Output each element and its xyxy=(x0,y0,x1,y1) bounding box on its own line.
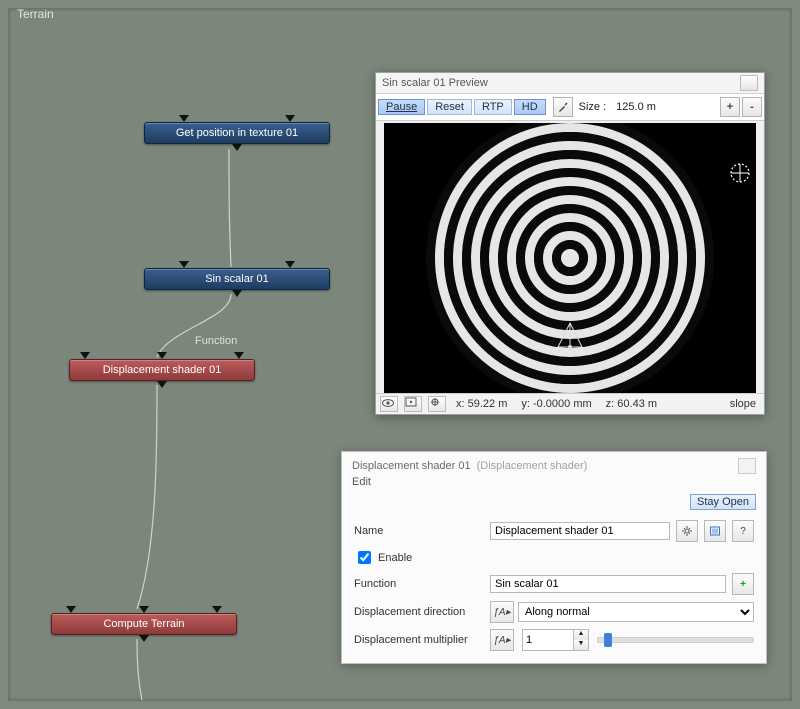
size-value: 125.0 m xyxy=(612,101,660,113)
pause-button[interactable]: Pause xyxy=(378,99,425,115)
target-icon[interactable] xyxy=(428,396,446,412)
panel-close-icon[interactable] xyxy=(738,458,756,474)
preview-window[interactable]: Sin scalar 01 Preview Pause Reset RTP HD… xyxy=(375,72,765,415)
multiplier-stepper[interactable]: ▲▼ xyxy=(522,629,589,651)
preview-titlebar[interactable]: Sin scalar 01 Preview xyxy=(376,73,764,94)
zoom-out-button[interactable]: - xyxy=(742,97,762,117)
properties-panel[interactable]: Displacement shader 01 (Displacement sha… xyxy=(341,451,767,664)
edge-label-function: Function xyxy=(195,335,237,347)
status-y: y: -0.0000 mm xyxy=(517,398,595,410)
spin-down-icon[interactable]: ▼ xyxy=(574,640,588,650)
multiplier-label: Displacement multiplier xyxy=(354,634,484,646)
preview-viewport[interactable] xyxy=(384,123,756,393)
node-sin-scalar[interactable]: Sin scalar 01 xyxy=(144,268,330,290)
hd-button[interactable]: HD xyxy=(514,99,546,115)
node-label: Compute Terrain xyxy=(103,618,184,630)
multiplier-input[interactable] xyxy=(522,629,573,651)
function-label: Function xyxy=(354,578,484,590)
status-z: z: 60.43 m xyxy=(602,398,661,410)
fit-icon[interactable] xyxy=(404,396,422,412)
panel-title: Terrain xyxy=(15,7,56,21)
name-label: Name xyxy=(354,525,484,537)
name-field[interactable] xyxy=(490,522,670,540)
node-displacement-shader[interactable]: Displacement shader 01 xyxy=(69,359,255,381)
enable-label: Enable xyxy=(378,552,412,564)
panel-name: Displacement shader 01 xyxy=(352,460,471,472)
preview-toolbar: Pause Reset RTP HD Size : 125.0 m + - xyxy=(376,94,764,121)
reset-button[interactable]: Reset xyxy=(427,99,472,115)
gear-icon[interactable] xyxy=(676,520,698,542)
direction-label: Displacement direction xyxy=(354,606,484,618)
spin-up-icon[interactable]: ▲ xyxy=(574,630,588,640)
rtp-button[interactable]: RTP xyxy=(474,99,512,115)
status-slope: slope xyxy=(726,398,760,410)
eye-icon[interactable] xyxy=(380,396,398,412)
node-label: Get position in texture 01 xyxy=(176,127,298,139)
preview-icon[interactable] xyxy=(704,520,726,542)
node-get-position[interactable]: Get position in texture 01 xyxy=(144,122,330,144)
stay-open-button[interactable]: Stay Open xyxy=(690,494,756,510)
cursor3d-icon xyxy=(728,161,752,185)
function-field[interactable] xyxy=(490,575,726,593)
camera-icon xyxy=(550,317,590,357)
panel-type: (Displacement shader) xyxy=(477,460,588,472)
preview-title: Sin scalar 01 Preview xyxy=(382,73,488,93)
node-label: Displacement shader 01 xyxy=(103,364,222,376)
help-button[interactable]: ? xyxy=(732,520,754,542)
enable-checkbox[interactable] xyxy=(358,551,371,564)
brush-icon[interactable] xyxy=(553,97,573,117)
node-label: Sin scalar 01 xyxy=(205,273,269,285)
multiplier-slider[interactable] xyxy=(597,637,754,643)
edit-menu[interactable]: Edit xyxy=(352,476,371,488)
node-compute-terrain[interactable]: Compute Terrain xyxy=(51,613,237,635)
status-x: x: 59.22 m xyxy=(452,398,511,410)
zoom-in-button[interactable]: + xyxy=(720,97,740,117)
multiplier-expr-icon[interactable]: ƒA▸ xyxy=(490,629,514,651)
direction-expr-icon[interactable]: ƒA▸ xyxy=(490,601,514,623)
direction-select[interactable]: Along normal xyxy=(518,602,754,622)
size-label: Size : xyxy=(575,101,611,113)
close-icon[interactable] xyxy=(740,75,758,91)
add-function-button[interactable]: + xyxy=(732,573,754,595)
preview-statusbar: x: 59.22 m y: -0.0000 mm z: 60.43 m slop… xyxy=(376,393,764,414)
